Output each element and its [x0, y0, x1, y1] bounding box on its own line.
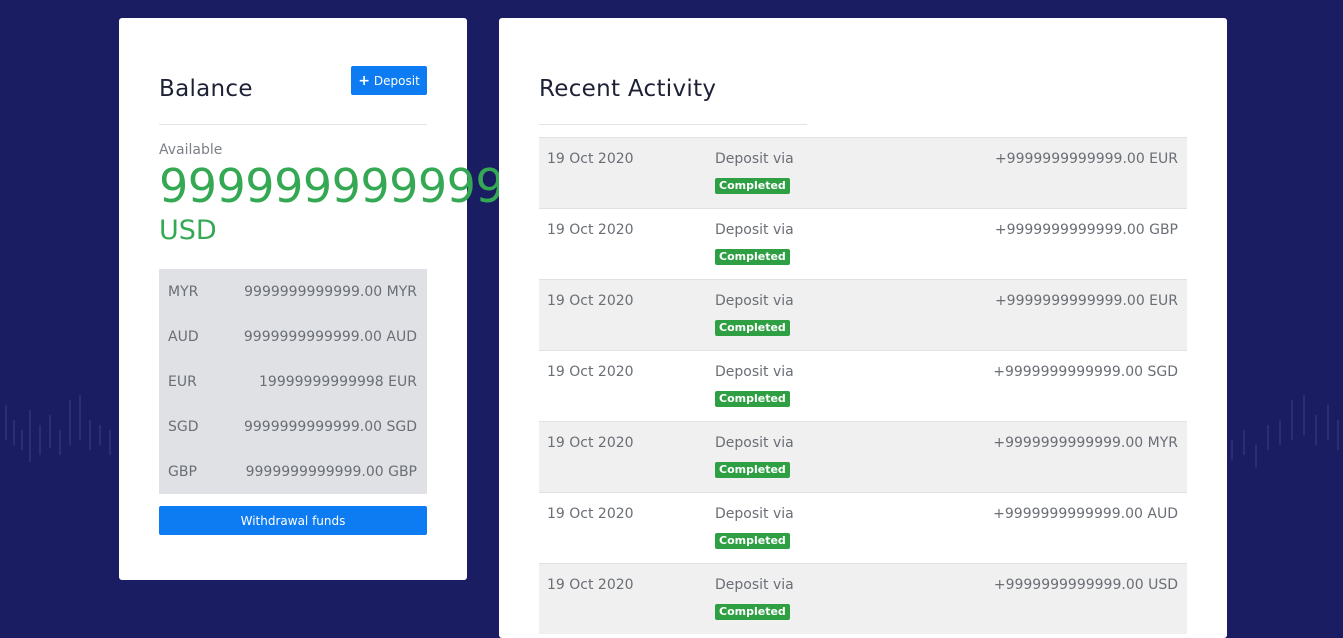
plus-icon: +: [358, 72, 370, 89]
activity-row[interactable]: 19 Oct 2020 Deposit via Completed +99999…: [539, 421, 1187, 492]
balance-divider: [159, 124, 427, 125]
activity-amount: +9999999999999.00 EUR: [994, 151, 1178, 167]
activity-date: 19 Oct 2020: [547, 151, 634, 167]
currency-amount: 19999999999998 EUR: [259, 373, 417, 390]
recent-activity-title: Recent Activity: [539, 76, 717, 102]
activity-row[interactable]: 19 Oct 2020 Deposit via Completed +99999…: [539, 208, 1187, 279]
currency-row: MYR 9999999999999.00 MYR: [159, 269, 427, 314]
activity-description: Deposit via: [715, 293, 794, 309]
activity-date: 19 Oct 2020: [547, 364, 634, 380]
activity-row[interactable]: 19 Oct 2020 Deposit via Completed +99999…: [539, 137, 1187, 208]
status-badge: Completed: [715, 533, 790, 549]
available-currency: USD: [159, 215, 217, 246]
balance-title: Balance: [159, 76, 253, 102]
currency-code: AUD: [168, 328, 199, 345]
activity-date: 19 Oct 2020: [547, 293, 634, 309]
activity-amount: +9999999999999.00 AUD: [993, 506, 1178, 522]
currency-code: EUR: [168, 373, 197, 390]
available-amount: 9999999999999: [159, 159, 533, 213]
activity-description: Deposit via: [715, 435, 794, 451]
activity-row[interactable]: 19 Oct 2020 Deposit via Completed +99999…: [539, 492, 1187, 563]
currency-row: AUD 9999999999999.00 AUD: [159, 314, 427, 359]
status-badge: Completed: [715, 249, 790, 265]
deposit-button-label: Deposit: [373, 73, 420, 88]
currency-amount: 9999999999999.00 MYR: [244, 283, 417, 300]
activity-description: Deposit via: [715, 151, 794, 167]
currency-amount: 9999999999999.00 GBP: [245, 463, 417, 480]
status-badge: Completed: [715, 391, 790, 407]
status-badge: Completed: [715, 178, 790, 194]
withdrawal-funds-button[interactable]: Withdrawal funds: [159, 506, 427, 535]
activity-row[interactable]: 19 Oct 2020 Deposit via Completed +99999…: [539, 563, 1187, 634]
activity-row[interactable]: 19 Oct 2020 Deposit via Completed +99999…: [539, 279, 1187, 350]
currency-row: GBP 9999999999999.00 GBP: [159, 449, 427, 494]
activity-date: 19 Oct 2020: [547, 222, 634, 238]
deposit-button[interactable]: + Deposit: [351, 66, 427, 95]
recent-activity-card: Recent Activity 19 Oct 2020 Deposit via …: [499, 18, 1227, 638]
activity-amount: +9999999999999.00 USD: [993, 577, 1178, 593]
activity-description: Deposit via: [715, 577, 794, 593]
currency-balances-table: MYR 9999999999999.00 MYR AUD 99999999999…: [159, 269, 427, 494]
activity-description: Deposit via: [715, 364, 794, 380]
currency-row: EUR 19999999999998 EUR: [159, 359, 427, 404]
activity-list: 19 Oct 2020 Deposit via Completed +99999…: [539, 137, 1187, 634]
activity-amount: +9999999999999.00 SGD: [993, 364, 1178, 380]
activity-date: 19 Oct 2020: [547, 435, 634, 451]
activity-divider: [539, 124, 807, 125]
activity-amount: +9999999999999.00 MYR: [993, 435, 1178, 451]
currency-code: SGD: [168, 418, 199, 435]
currency-amount: 9999999999999.00 SGD: [243, 418, 417, 435]
currency-row: SGD 9999999999999.00 SGD: [159, 404, 427, 449]
activity-description: Deposit via: [715, 506, 794, 522]
activity-row[interactable]: 19 Oct 2020 Deposit via Completed +99999…: [539, 350, 1187, 421]
activity-date: 19 Oct 2020: [547, 577, 634, 593]
currency-amount: 9999999999999.00 AUD: [243, 328, 417, 345]
currency-code: MYR: [168, 283, 199, 300]
activity-amount: +9999999999999.00 GBP: [994, 222, 1178, 238]
activity-description: Deposit via: [715, 222, 794, 238]
currency-code: GBP: [168, 463, 197, 480]
status-badge: Completed: [715, 462, 790, 478]
activity-date: 19 Oct 2020: [547, 506, 634, 522]
status-badge: Completed: [715, 604, 790, 620]
available-label: Available: [159, 142, 223, 158]
balance-card: Balance + Deposit Available 999999999999…: [119, 18, 533, 580]
status-badge: Completed: [715, 320, 790, 336]
activity-amount: +9999999999999.00 EUR: [994, 293, 1178, 309]
